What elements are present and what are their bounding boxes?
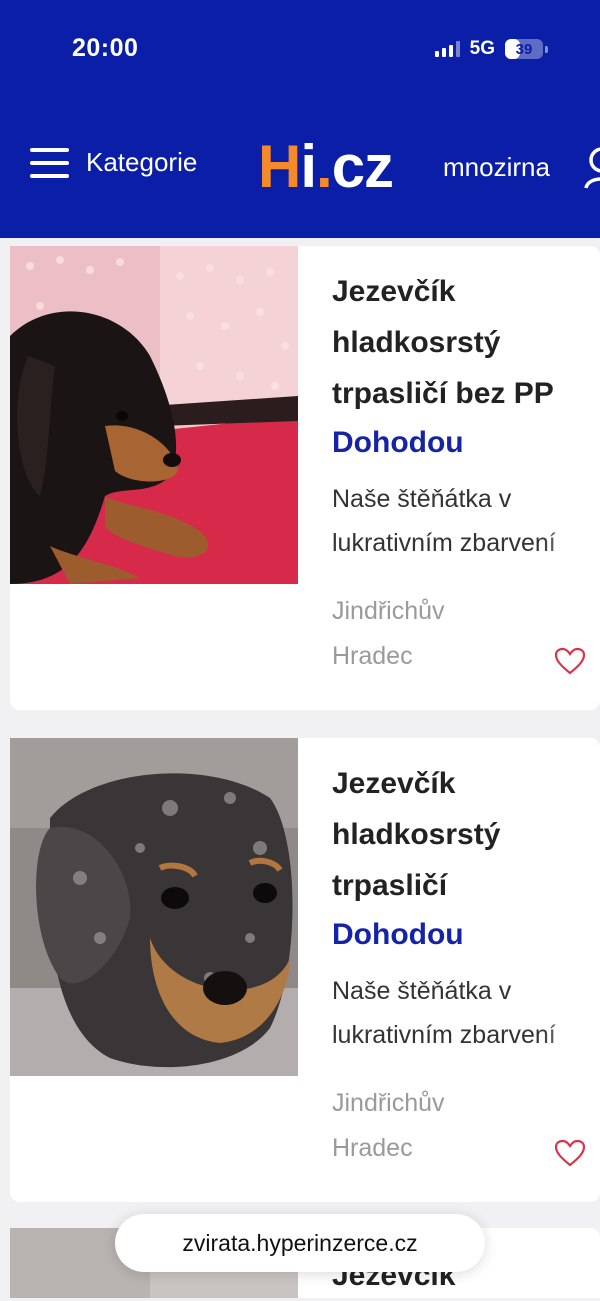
status-indicators: 5G 39 xyxy=(434,38,548,60)
site-logo[interactable]: Hi.cz xyxy=(258,133,394,201)
listing-photo[interactable] xyxy=(10,738,298,1076)
categories-label[interactable]: Kategorie xyxy=(86,147,197,178)
listing-location: Jindřichův Hradec xyxy=(332,1089,445,1162)
listing-body: Jezevčík hladkosrstý trpasličí Dohodou N… xyxy=(332,758,600,1171)
status-bar: 20:00 5G 39 xyxy=(0,0,600,100)
listing-title[interactable]: Jezevčík hladkosrstý trpasličí xyxy=(332,758,600,911)
listing-card[interactable]: Jezevčík hladkosrstý trpasličí bez PP Do… xyxy=(10,246,600,710)
username-link[interactable]: mnozirna xyxy=(443,152,550,183)
hamburger-icon[interactable] xyxy=(30,147,69,178)
listing-photo[interactable] xyxy=(10,246,298,584)
user-icon[interactable] xyxy=(584,146,600,195)
listing-body: Jezevčík hladkosrstý trpasličí bez PP Do… xyxy=(332,266,600,679)
browser-url-bar[interactable]: zvirata.hyperinzerce.cz xyxy=(115,1214,485,1272)
categories-menu-button[interactable]: Kategorie xyxy=(30,147,197,178)
app-header: Kategorie Hi.cz mnozirna xyxy=(0,100,600,238)
listing-description: Naše štěňátka v lukrativním zbarvení xyxy=(332,977,556,1049)
listing-title[interactable]: Jezevčík hladkosrstý trpasličí bez PP xyxy=(332,266,600,419)
favorite-heart-icon[interactable] xyxy=(554,647,586,680)
status-time: 20:00 xyxy=(72,34,139,62)
listing-location: Jindřichův Hradec xyxy=(332,597,445,670)
network-label: 5G xyxy=(469,38,495,59)
signal-icon xyxy=(434,41,460,57)
listing-card[interactable]: Jezevčík hladkosrstý trpasličí Dohodou N… xyxy=(10,738,600,1202)
listing-price: Dohodou xyxy=(332,918,464,951)
battery-icon: 39 xyxy=(505,39,543,59)
battery-level: 39 xyxy=(515,40,533,58)
listing-description: Naše štěňátka v lukrativním zbarvení xyxy=(332,485,556,557)
battery-cap xyxy=(545,45,548,53)
favorite-heart-icon[interactable] xyxy=(554,1139,586,1172)
listing-price: Dohodou xyxy=(332,426,464,459)
